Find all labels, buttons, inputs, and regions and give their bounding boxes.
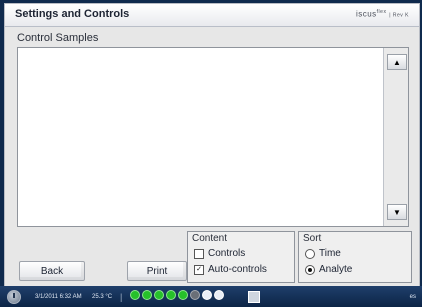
status-indicator-icon xyxy=(142,290,152,300)
checkbox-checked-icon: ✓ xyxy=(194,264,204,275)
scroll-down-button[interactable]: ▼ xyxy=(387,204,407,220)
back-button-label: Back xyxy=(40,265,64,277)
brand-logo: iscusflex | Rev K xyxy=(356,9,409,19)
sort-group: Sort Time Analyte xyxy=(298,231,412,283)
main-window: Settings and Controls iscusflex | Rev K … xyxy=(4,3,420,287)
brand-revision: | Rev K xyxy=(389,12,409,19)
content-group: Content Controls ✓ Auto-controls xyxy=(187,231,295,283)
status-indicator-icon xyxy=(154,290,164,300)
list-scrollbar[interactable]: ▲ ▼ xyxy=(383,48,408,226)
status-indicator-icon xyxy=(190,290,200,300)
status-separator: | xyxy=(120,292,123,302)
status-date-time: 3/1/2011 6:32 AM xyxy=(35,294,82,300)
power-icon[interactable] xyxy=(7,290,21,304)
radio-selected-icon xyxy=(305,264,315,275)
print-button[interactable]: Print xyxy=(127,261,187,281)
brand-name: iscus xyxy=(355,9,377,19)
status-indicator-icon xyxy=(202,290,212,300)
status-indicator-icon xyxy=(178,290,188,300)
checkbox-unchecked-icon xyxy=(194,248,204,259)
sort-time-label: Time xyxy=(319,248,341,259)
back-button[interactable]: Back xyxy=(19,261,85,281)
controls-label: Controls xyxy=(208,248,246,259)
title-bar: Settings and Controls iscusflex | Rev K xyxy=(5,4,419,27)
window-title: Settings and Controls xyxy=(15,8,130,20)
triangle-up-icon: ▲ xyxy=(393,57,401,67)
radio-unselected-icon xyxy=(305,248,315,259)
sort-analyte-label: Analyte xyxy=(319,264,353,275)
status-indicator-icon xyxy=(166,290,176,300)
scroll-up-button[interactable]: ▲ xyxy=(387,54,407,70)
sort-analyte-radio[interactable]: Analyte xyxy=(305,264,352,275)
status-indicators xyxy=(130,290,224,300)
print-button-label: Print xyxy=(146,265,168,277)
status-indicator-icon xyxy=(130,290,140,300)
status-box-icon xyxy=(248,291,260,303)
triangle-down-icon: ▼ xyxy=(393,207,401,217)
sort-time-radio[interactable]: Time xyxy=(305,248,341,259)
content-group-title: Content xyxy=(192,233,228,244)
status-bar: 3/1/2011 6:32 AM 25.3 °C | es xyxy=(0,286,422,307)
section-title: Control Samples xyxy=(17,32,99,44)
auto-controls-checkbox[interactable]: ✓ Auto-controls xyxy=(194,264,267,275)
auto-controls-label: Auto-controls xyxy=(208,264,267,275)
status-right-text: es xyxy=(409,294,416,300)
control-samples-list[interactable]: ▲ ▼ xyxy=(17,47,409,227)
brand-superscript: flex xyxy=(376,9,387,15)
controls-checkbox[interactable]: Controls xyxy=(194,248,245,259)
status-indicator-icon xyxy=(214,290,224,300)
sort-group-title: Sort xyxy=(303,233,322,244)
status-temperature: 25.3 °C xyxy=(92,294,113,300)
